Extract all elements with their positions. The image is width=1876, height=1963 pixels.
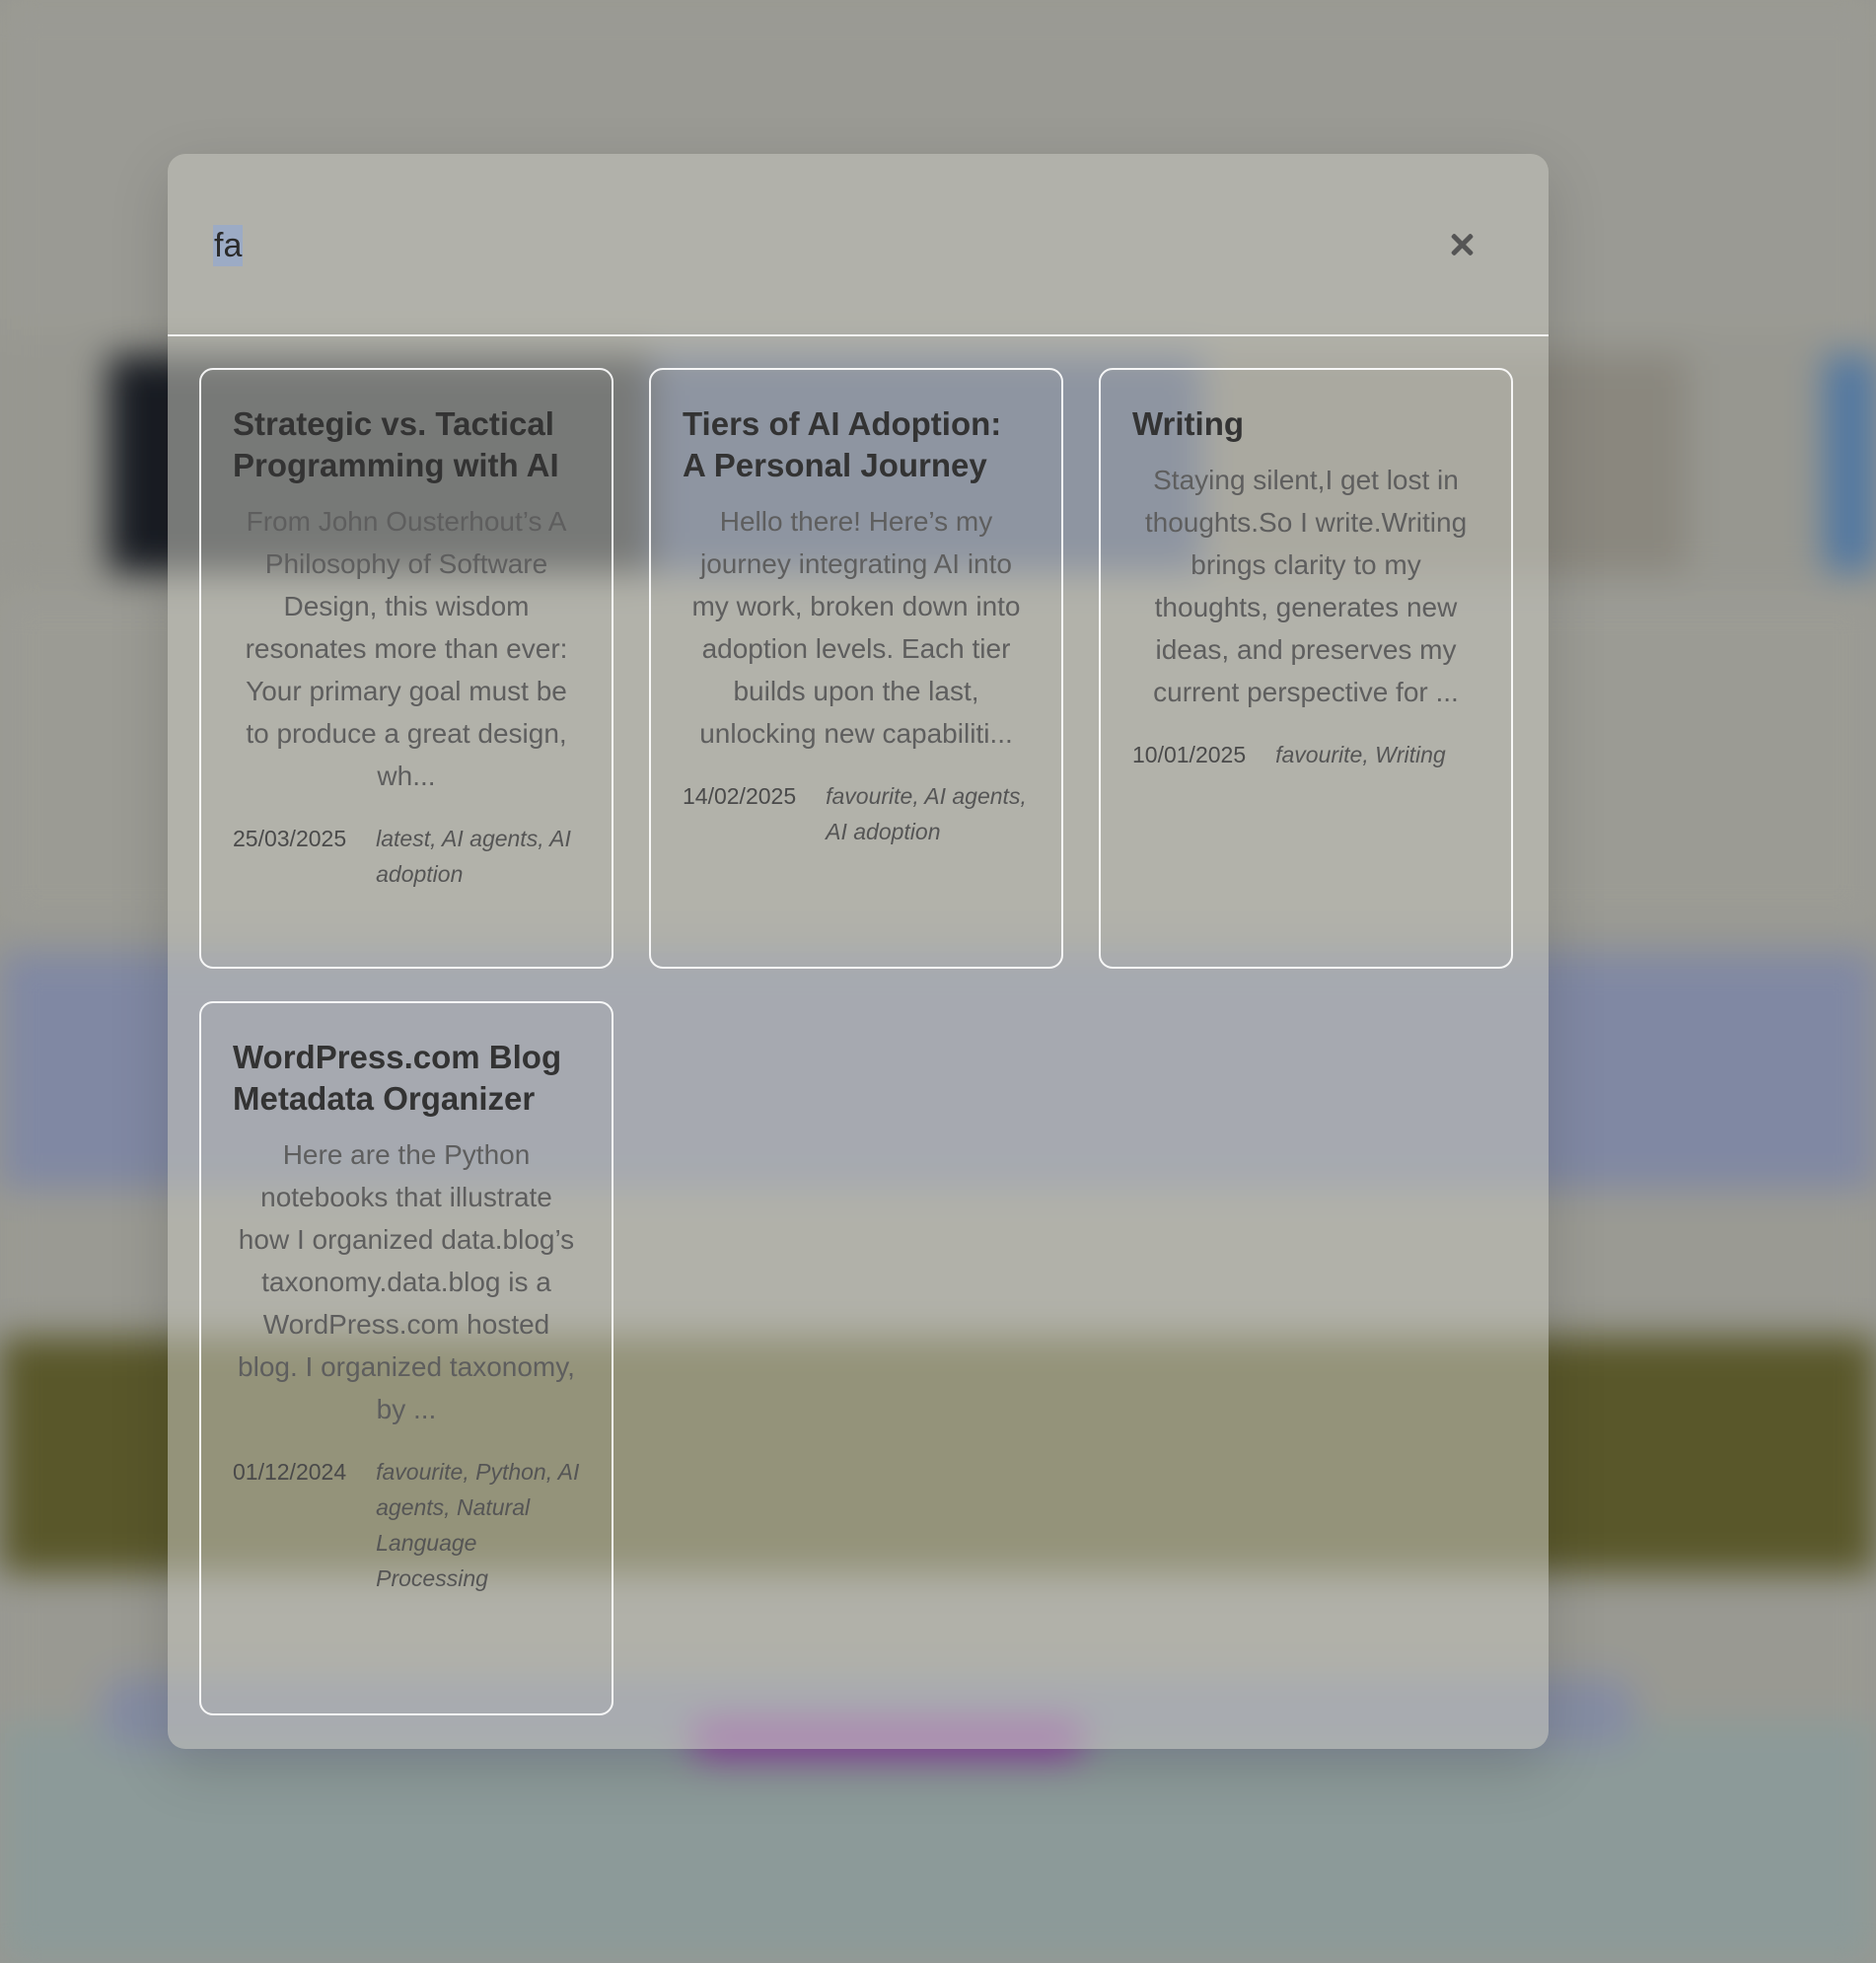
result-excerpt: Here are the Python notebooks that illus… xyxy=(238,1139,575,1424)
search-bar: fa xyxy=(168,154,1549,336)
search-input[interactable]: fa xyxy=(213,225,244,266)
result-meta: 10/01/2025 favourite, Writing xyxy=(1132,737,1479,772)
result-date: 01/12/2024 xyxy=(233,1459,347,1485)
result-tags: favourite, Writing xyxy=(1275,742,1446,767)
result-meta: 14/02/2025 favourite, AI agents, AI adop… xyxy=(683,778,1030,849)
result-title[interactable]: Tiers of AI Adoption: A Personal Journey xyxy=(683,403,1030,486)
result-card[interactable]: Writing Staying silent,I get lost in tho… xyxy=(1099,368,1513,969)
result-tags: favourite, AI agents, AI adoption xyxy=(826,783,1027,844)
result-card[interactable]: Tiers of AI Adoption: A Personal Journey… xyxy=(649,368,1063,969)
result-date: 14/02/2025 xyxy=(683,783,797,809)
result-card[interactable]: Strategic vs. Tactical Programming with … xyxy=(199,368,613,969)
result-tags: favourite, Python, AI agents, Natural La… xyxy=(376,1459,580,1591)
result-title[interactable]: Writing xyxy=(1132,403,1479,445)
result-title[interactable]: WordPress.com Blog Metadata Organizer xyxy=(233,1037,580,1120)
result-excerpt: From John Ousterhout’s A Philosophy of S… xyxy=(245,506,568,791)
search-modal: fa Strategic vs. Tactical Programming wi… xyxy=(168,154,1549,1749)
result-card[interactable]: WordPress.com Blog Metadata Organizer He… xyxy=(199,1001,613,1715)
result-date: 25/03/2025 xyxy=(233,826,347,851)
result-date: 10/01/2025 xyxy=(1132,742,1247,767)
result-meta: 25/03/2025 latest, AI agents, AI adoptio… xyxy=(233,821,580,892)
result-meta: 01/12/2024 favourite, Python, AI agents,… xyxy=(233,1454,580,1596)
result-title[interactable]: Strategic vs. Tactical Programming with … xyxy=(233,403,580,486)
close-icon[interactable] xyxy=(1446,229,1479,262)
result-tags: latest, AI agents, AI adoption xyxy=(376,826,571,887)
result-excerpt: Staying silent,I get lost in thoughts.So… xyxy=(1144,465,1468,707)
result-excerpt: Hello there! Here’s my journey integrati… xyxy=(691,506,1021,749)
